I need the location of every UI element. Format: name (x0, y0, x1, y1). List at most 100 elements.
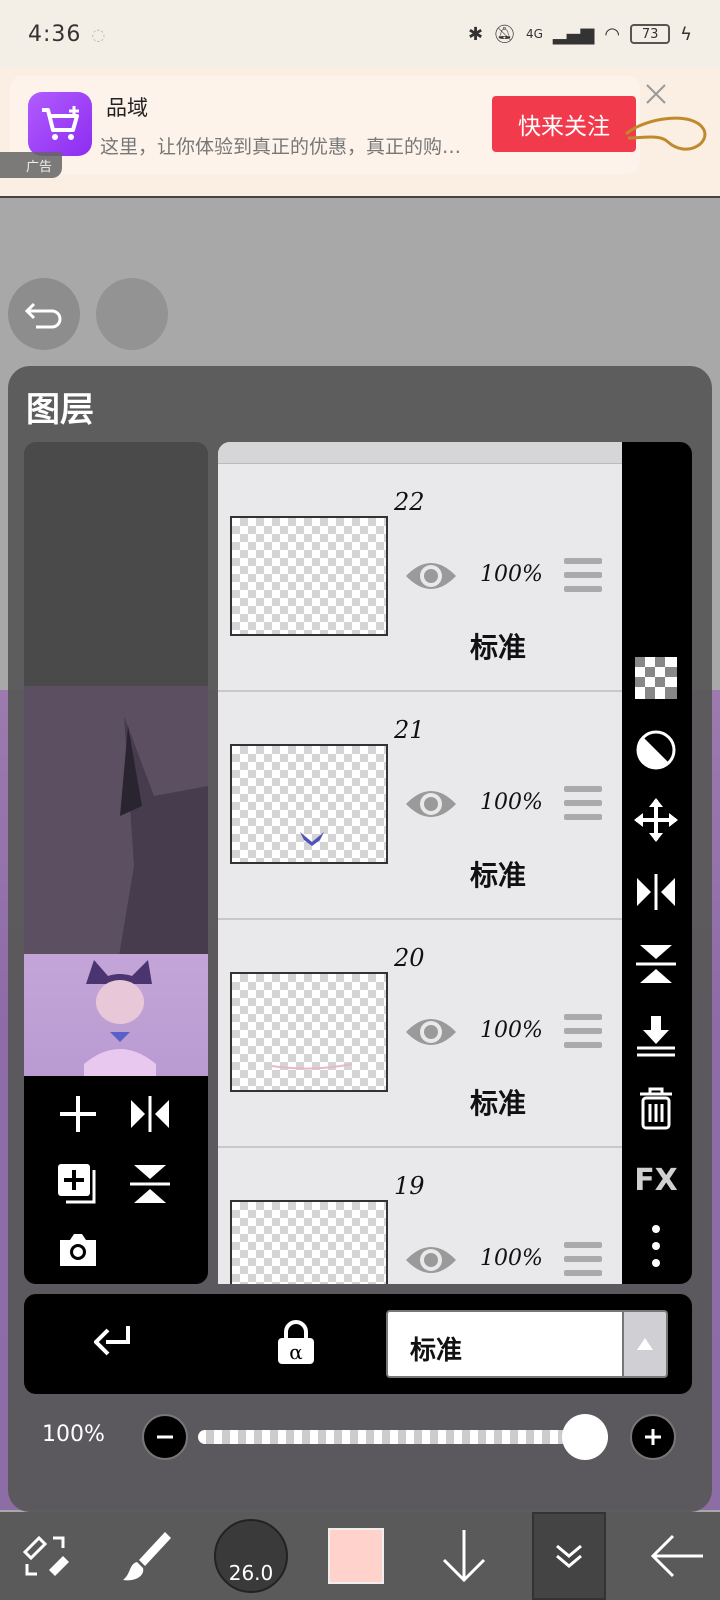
clipping-arrow-icon (93, 1326, 130, 1356)
trash-icon[interactable] (632, 1084, 680, 1132)
close-icon[interactable] (642, 80, 670, 108)
duplicate-icon (58, 1164, 96, 1204)
arrow-left-icon (650, 1534, 703, 1578)
opacity-increase-button[interactable] (630, 1414, 676, 1460)
battery-icon: 73 (630, 24, 671, 44)
merge-down-icon[interactable] (632, 1012, 680, 1060)
layer-row[interactable]: 20 100% 标准 (218, 920, 622, 1148)
move-icon[interactable] (632, 796, 680, 844)
layer-thumbnail[interactable] (230, 972, 388, 1092)
redo-button[interactable] (96, 278, 168, 350)
signal-icon: ▂▄▆ (552, 23, 595, 45)
flip-vertical-icon[interactable] (632, 940, 680, 988)
status-icons: ✱ 🔕︎ 4G ▂▄▆ ◠ 73 ϟ (468, 24, 692, 45)
layer-side-toolbar: FX (622, 442, 692, 1284)
layer-opacity: 100% (480, 1018, 543, 1043)
eye-icon[interactable] (404, 556, 458, 596)
undo-button[interactable] (8, 278, 80, 350)
layer-thumbnail[interactable] (230, 744, 388, 864)
eye-icon[interactable] (404, 1012, 458, 1052)
ad-app-name: 品域 (106, 96, 148, 120)
chevron-down-double-icon (556, 1544, 582, 1568)
bottom-toolbar: 26.0 (0, 1512, 720, 1600)
drag-handle-icon[interactable] (564, 786, 602, 820)
layer-blend-mode[interactable]: 标准 (470, 626, 526, 666)
brush-size: 26.0 (214, 1519, 288, 1593)
brush-tool-button[interactable] (116, 1520, 178, 1592)
opacity-slider[interactable] (198, 1430, 608, 1444)
triangle-up-icon (637, 1338, 653, 1350)
layer-opacity: 100% (480, 562, 543, 587)
color-swatch (328, 1528, 384, 1584)
layer-row[interactable]: 21 100% 标准 (218, 692, 622, 920)
fx-button[interactable]: FX (632, 1156, 680, 1204)
drag-handle-icon[interactable] (564, 1242, 602, 1276)
flip-vertical-icon (130, 1165, 170, 1203)
shopping-cart-icon[interactable] (28, 92, 92, 156)
half-circle-icon[interactable] (632, 726, 680, 774)
color-picker-button[interactable] (328, 1520, 384, 1592)
layer-tools (24, 1076, 208, 1284)
blend-mode-dropdown[interactable] (624, 1310, 668, 1378)
preview-artwork (24, 686, 208, 986)
transform-eraser-icon (22, 1535, 69, 1576)
opacity-slider-knob[interactable] (562, 1414, 608, 1460)
transform-tool-button[interactable] (14, 1520, 76, 1592)
layer-row[interactable]: 22 100% 标准 (218, 464, 622, 692)
panel-title: 图层 (26, 390, 94, 430)
drag-handle-icon[interactable] (564, 1014, 602, 1048)
flip-horizontal-icon (131, 1096, 169, 1132)
follow-button[interactable]: 快来关注 (492, 96, 636, 152)
status-time: 4:36 (28, 21, 82, 47)
svg-text:α: α (289, 1340, 303, 1364)
preview-thumbnail[interactable] (24, 954, 208, 1076)
checker-icon[interactable] (632, 654, 680, 702)
layer-thumbnail[interactable] (230, 1200, 388, 1284)
layer-number: 22 (394, 488, 425, 516)
duplicate-layer-button[interactable] (50, 1156, 106, 1212)
arrow-down-icon (442, 1530, 486, 1583)
layer-thumbnail[interactable] (230, 516, 388, 636)
charging-icon: ϟ (680, 23, 692, 45)
camera-button[interactable] (50, 1222, 106, 1278)
clipping-button[interactable] (93, 1322, 134, 1370)
layers-button[interactable] (532, 1512, 606, 1600)
layer-row[interactable]: 19 100% (218, 1148, 622, 1284)
network-label: 4G (525, 27, 543, 41)
flip-layer-vertical-button[interactable] (122, 1156, 178, 1212)
down-arrow-button[interactable] (436, 1520, 492, 1592)
brush-icon (123, 1532, 171, 1581)
camera-icon (60, 1234, 96, 1266)
more-vertical-icon[interactable] (632, 1222, 680, 1270)
undo-icon (24, 302, 62, 329)
eye-icon[interactable] (404, 1240, 458, 1280)
alpha-lock-button[interactable]: α (276, 1320, 316, 1370)
blend-bar: α 标准 (24, 1294, 692, 1394)
add-layer-button[interactable] (50, 1086, 106, 1142)
ad-banner[interactable]: 品域 这里，让你体验到真正的优惠，真正的购… 快来关注 广告 (0, 68, 720, 198)
brush-size-button[interactable]: 26.0 (214, 1519, 288, 1593)
layer-opacity: 100% (480, 1246, 543, 1271)
plus-icon (645, 1429, 661, 1445)
flip-layer-horizontal-button[interactable] (122, 1086, 178, 1142)
flip-horizontal-icon[interactable] (632, 868, 680, 916)
drag-handle-icon[interactable] (564, 558, 602, 592)
opacity-label: 100% (42, 1422, 105, 1447)
layer-list[interactable]: 22 100% 标准 21 100% 标准 20 100% 标准 19 100% (218, 442, 622, 1284)
status-bar: 4:36 ◌ ✱ 🔕︎ 4G ▂▄▆ ◠ 73 ϟ (0, 0, 720, 68)
back-button[interactable] (646, 1520, 708, 1592)
layer-number: 20 (394, 944, 425, 972)
ad-label: 广告 (0, 152, 63, 178)
layer-blend-mode[interactable]: 标准 (470, 1082, 526, 1122)
blend-mode-select[interactable]: 标准 (386, 1310, 624, 1378)
ad-description: 这里，让你体验到真正的优惠，真正的购… (100, 136, 462, 158)
layer-blend-mode[interactable]: 标准 (470, 854, 526, 894)
layer-opacity: 100% (480, 790, 543, 815)
bluetooth-icon: ✱ (467, 23, 484, 45)
layer-number: 21 (394, 716, 425, 744)
eye-icon[interactable] (404, 784, 458, 824)
minus-icon (157, 1435, 173, 1439)
layer-number: 19 (394, 1172, 425, 1200)
notification-icon: ◌ (91, 24, 106, 44)
opacity-decrease-button[interactable] (142, 1414, 188, 1460)
